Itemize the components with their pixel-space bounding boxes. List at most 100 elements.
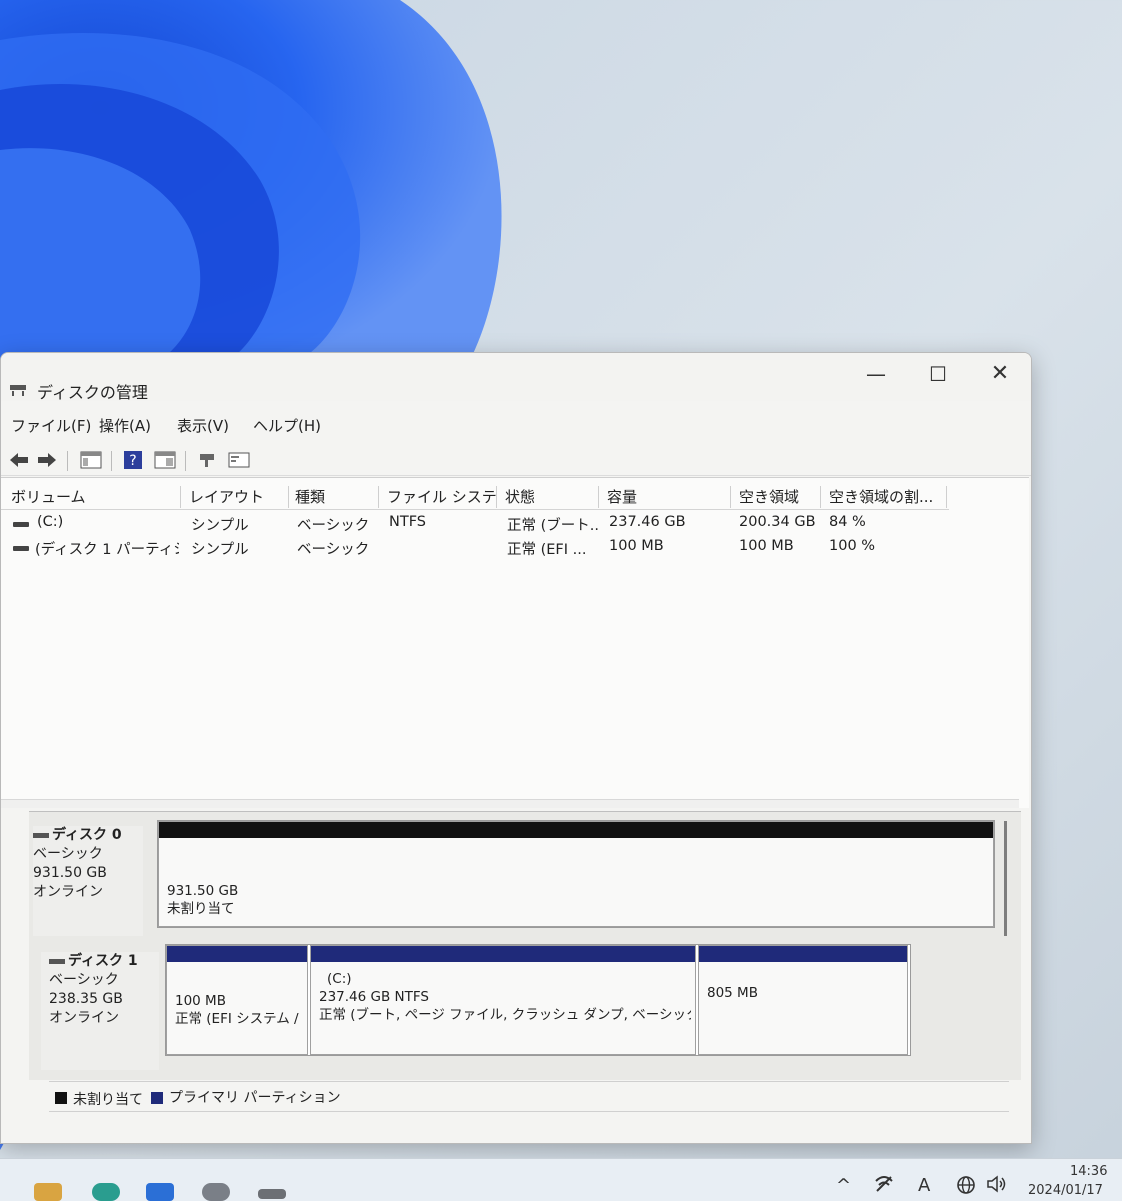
menu-bar: ファイル(F) 操作(A) 表示(V) ヘルプ(H) — [1, 411, 1031, 437]
cell-status: 正常 (EFI ... — [507, 542, 587, 558]
column-type[interactable]: 種類 — [289, 486, 379, 508]
disk-1-partitions: 100 MB 正常 (EFI システム / (C:) 237.46 GB NTF… — [165, 944, 911, 1056]
minimize-button[interactable]: — — [856, 359, 896, 389]
toolbar: ? — [1, 445, 1031, 476]
disk-0-label[interactable]: ディスク 0 ベーシック 931.50 GB オンライン — [33, 826, 143, 936]
store-icon[interactable] — [146, 1183, 174, 1201]
partition-size: 237.46 GB NTFS — [319, 989, 429, 1005]
partition-type-bar — [167, 946, 307, 962]
file-explorer-icon[interactable] — [34, 1183, 62, 1201]
disk-size: 238.35 GB — [49, 991, 123, 1007]
disk-icon — [49, 958, 65, 964]
disk-management-taskbar-icon[interactable] — [258, 1189, 286, 1199]
partition-c-drive[interactable]: (C:) 237.46 GB NTFS 正常 (ブート, ページ ファイル, ク… — [310, 945, 696, 1055]
toolbar-separator — [185, 451, 186, 471]
menu-action[interactable]: 操作(A) — [99, 415, 151, 436]
connect-icon[interactable] — [195, 449, 219, 471]
cell-file-system: NTFS — [389, 514, 426, 530]
cell-percent-free: 100 % — [829, 538, 876, 554]
partition-size: 931.50 GB — [167, 883, 239, 899]
cell-capacity: 237.46 GB — [609, 514, 686, 530]
clock-time[interactable]: 14:36 — [1070, 1164, 1107, 1179]
disk-management-window: ディスクの管理 — ☐ ✕ ファイル(F) 操作(A) 表示(V) ヘルプ(H)… — [0, 352, 1032, 1144]
disk-1-label[interactable]: ディスク 1 ベーシック 238.35 GB オンライン — [41, 952, 159, 1070]
partition-type-bar — [159, 822, 993, 838]
chevron-up-icon[interactable]: ^ — [836, 1175, 851, 1196]
disk-type: ベーシック — [49, 972, 119, 988]
table-row[interactable]: (ディスク 1 パーティシ... シンプル ベーシック 正常 (EFI ... … — [1, 538, 961, 560]
cell-free-space: 100 MB — [739, 538, 794, 554]
partition-size: 805 MB — [707, 985, 758, 1001]
forward-arrow-icon[interactable] — [35, 449, 59, 471]
partition-letter: (C:) — [327, 971, 352, 987]
cell-volume: (ディスク 1 パーティシ... — [35, 542, 179, 558]
drive-icon — [13, 546, 29, 551]
disk-type: ベーシック — [33, 846, 103, 862]
cell-type: ベーシック — [297, 518, 370, 534]
legend-swatch-unallocated — [55, 1092, 67, 1104]
menu-file[interactable]: ファイル(F) — [11, 415, 91, 436]
close-button[interactable]: ✕ — [980, 359, 1020, 389]
maximize-button[interactable]: ☐ — [918, 359, 958, 389]
column-percent-free[interactable]: 空き領域の割... — [823, 486, 947, 508]
cell-percent-free: 84 % — [829, 514, 866, 530]
partition-unallocated[interactable]: 931.50 GB 未割り当て — [158, 821, 994, 927]
cell-layout: シンプル — [191, 542, 249, 558]
column-free-space[interactable]: 空き領域 — [733, 486, 821, 508]
legend-swatch-primary — [151, 1092, 163, 1104]
menu-view[interactable]: 表示(V) — [177, 415, 229, 436]
status-bar — [49, 1111, 1009, 1134]
disk-status: オンライン — [33, 884, 103, 900]
window-title: ディスクの管理 — [37, 383, 148, 402]
help-icon[interactable]: ? — [121, 449, 145, 471]
horizontal-scrollbar[interactable] — [1, 799, 1019, 808]
partition-type-bar — [699, 946, 907, 962]
partition-size: 100 MB — [175, 993, 226, 1009]
properties-icon[interactable] — [153, 449, 177, 471]
partition-type-bar — [311, 946, 695, 962]
console-icon[interactable] — [227, 449, 251, 471]
disk-graphical-view: ディスク 0 ベーシック 931.50 GB オンライン 931.50 GB 未… — [29, 811, 1021, 1080]
network-icon[interactable] — [874, 1175, 894, 1198]
table-row[interactable]: (C:) シンプル ベーシック NTFS 正常 (ブート... 237.46 G… — [1, 514, 961, 536]
clock-date[interactable]: 2024/01/17 — [1028, 1183, 1103, 1198]
cell-volume: (C:) — [37, 514, 64, 530]
partition-efi[interactable]: 100 MB 正常 (EFI システム / — [166, 945, 308, 1055]
partition-status: 正常 (EFI システム / — [175, 1011, 299, 1027]
column-file-system[interactable]: ファイル システム — [381, 486, 497, 508]
column-status[interactable]: 状態 — [499, 486, 599, 508]
toolbar-separator — [111, 451, 112, 471]
title-bar[interactable]: ディスクの管理 — ☐ ✕ — [1, 353, 1031, 402]
volume-list-header: ボリューム レイアウト 種類 ファイル システム 状態 容量 空き領域 空き領域… — [1, 486, 1029, 510]
disk-0-partitions: 931.50 GB 未割り当て — [157, 820, 995, 928]
edge-browser-icon[interactable] — [92, 1183, 120, 1201]
disk-size: 931.50 GB — [33, 865, 107, 881]
volume-list: ボリューム レイアウト 種類 ファイル システム 状態 容量 空き領域 空き領域… — [1, 477, 1029, 808]
partition-recovery[interactable]: 805 MB — [698, 945, 908, 1055]
settings-gear-icon[interactable] — [202, 1183, 230, 1201]
vertical-scrollbar[interactable] — [1004, 821, 1007, 936]
ime-icon[interactable]: A — [918, 1175, 930, 1196]
svg-text:?: ? — [129, 453, 136, 469]
menu-help[interactable]: ヘルプ(H) — [253, 415, 321, 436]
legend-label-primary: プライマリ パーティション — [169, 1090, 341, 1106]
drive-icon — [13, 522, 29, 527]
partition-status: 未割り当て — [167, 901, 235, 917]
console-tree-icon[interactable] — [79, 449, 103, 471]
column-layout[interactable]: レイアウト — [183, 486, 289, 508]
legend-label-unallocated: 未割り当て — [73, 1092, 143, 1108]
back-arrow-icon[interactable] — [7, 449, 31, 471]
volume-icon[interactable] — [986, 1175, 1008, 1198]
column-volume[interactable]: ボリューム — [5, 486, 181, 508]
cell-layout: シンプル — [191, 518, 249, 534]
disk-name: ディスク 1 — [49, 952, 159, 971]
cell-status: 正常 (ブート... — [507, 518, 599, 534]
disk-icon — [33, 832, 49, 838]
legend: 未割り当て プライマリ パーティション — [49, 1081, 1009, 1108]
language-icon[interactable] — [956, 1175, 976, 1200]
cell-type: ベーシック — [297, 542, 370, 558]
cell-capacity: 100 MB — [609, 538, 664, 554]
partition-status: 正常 (ブート, ページ ファイル, クラッシュ ダンプ, ベーシック デー — [319, 1007, 691, 1023]
column-capacity[interactable]: 容量 — [601, 486, 731, 508]
disk-status: オンライン — [49, 1010, 119, 1026]
